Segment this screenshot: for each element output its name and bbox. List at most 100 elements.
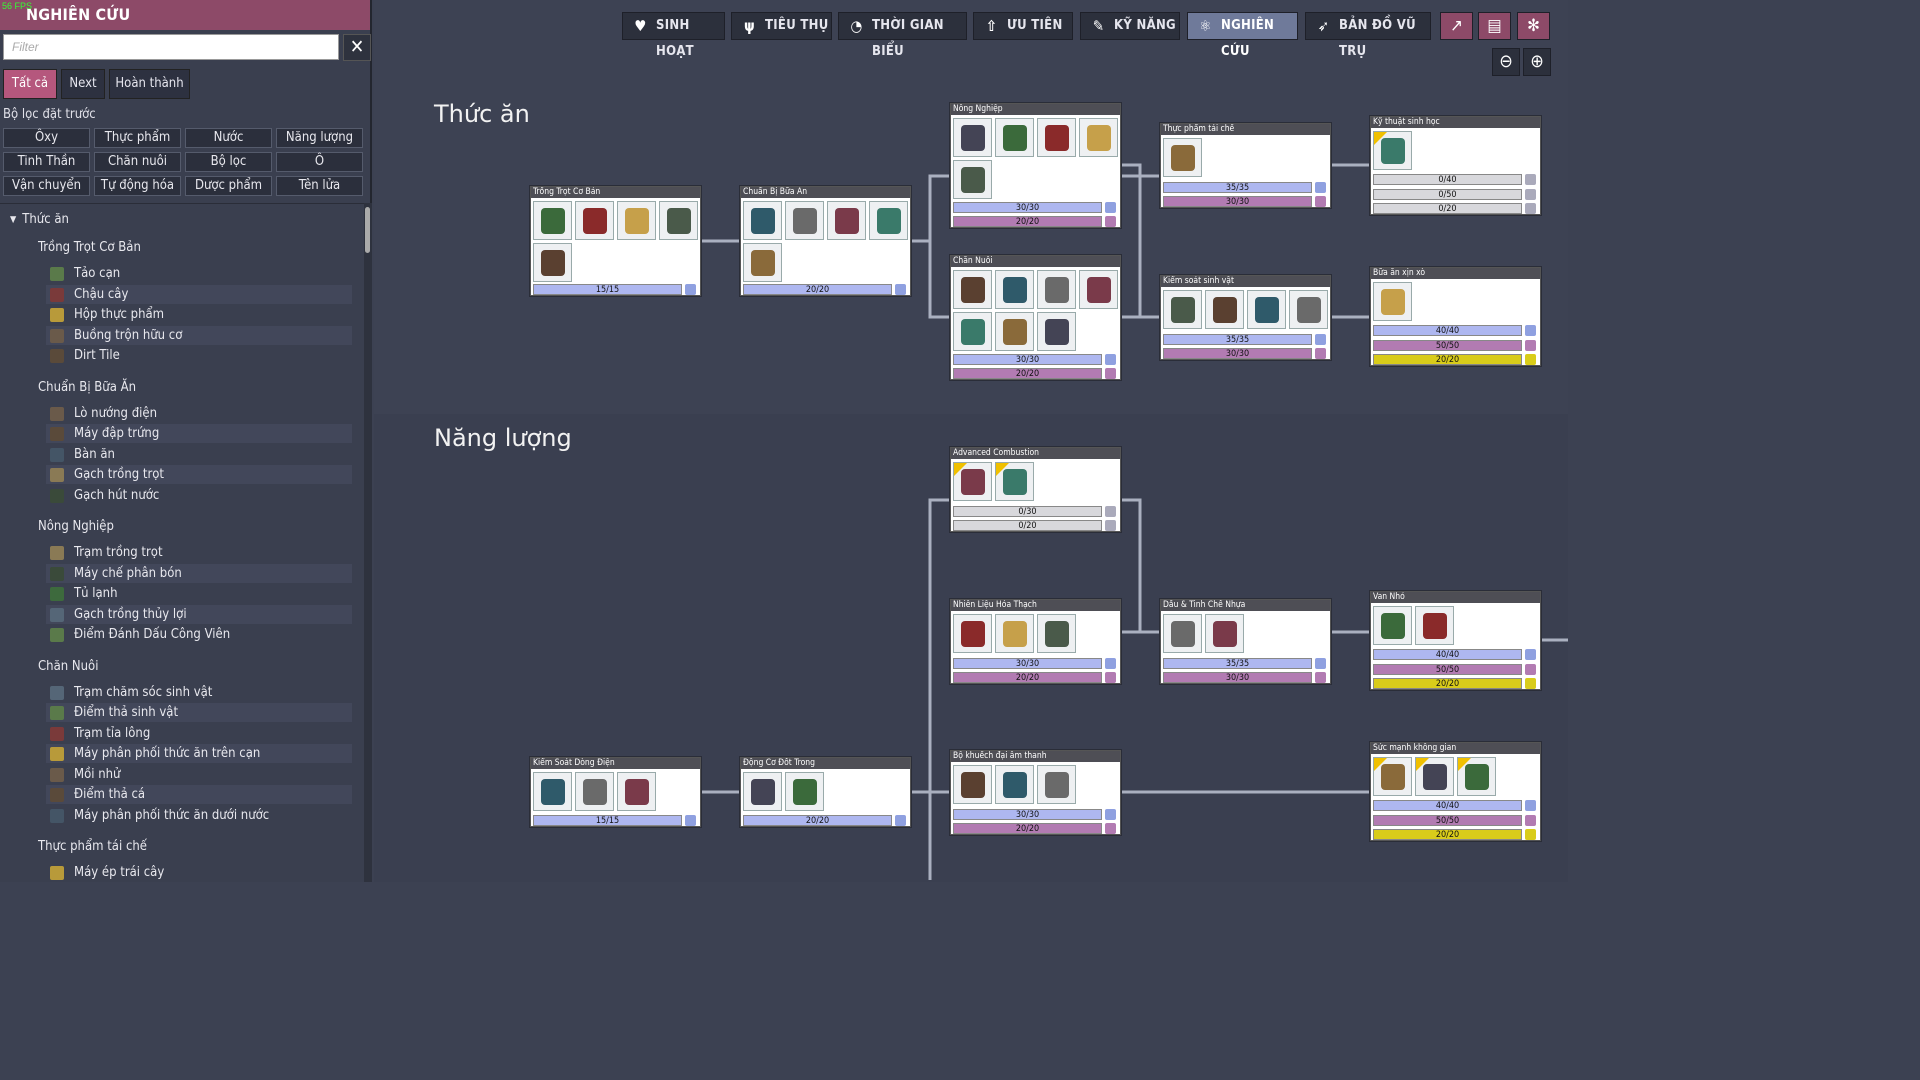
tree-item[interactable]: Tảo cạn: [46, 264, 352, 283]
tree-item[interactable]: Máy phân phối thức ăn dưới nước: [46, 806, 352, 825]
preset-filter-button[interactable]: Nước: [185, 128, 272, 148]
preset-filter-button[interactable]: Thực phẩm: [94, 128, 181, 148]
unlock-building-icon[interactable]: [953, 118, 992, 157]
toolbar-button[interactable]: ✎ KỸ NĂNG: [1080, 12, 1180, 40]
tab-next[interactable]: Next: [61, 69, 105, 99]
tech-card[interactable]: Bộ khuếch đại âm thanh 30/30 20/20: [950, 750, 1121, 835]
clear-filter-button[interactable]: ✕: [343, 34, 371, 61]
tech-card[interactable]: Advanced Combustion 0/30 0/20: [950, 447, 1121, 532]
tree-item[interactable]: Mồi nhử: [46, 765, 352, 784]
tree-item[interactable]: Trạm trồng trọt: [46, 543, 352, 562]
sidebar-scrollbar[interactable]: [364, 203, 372, 882]
unlock-building-icon[interactable]: [1373, 282, 1412, 321]
tree-item[interactable]: Máy phân phối thức ăn trên cạn: [46, 744, 352, 763]
unlock-building-icon[interactable]: [1037, 312, 1076, 351]
unlock-building-icon[interactable]: [953, 614, 992, 653]
zoom-out-button[interactable]: ⊖: [1492, 48, 1520, 76]
unlock-building-icon[interactable]: [1415, 606, 1454, 645]
unlock-building-icon[interactable]: [995, 462, 1034, 501]
unlock-building-icon[interactable]: [785, 201, 824, 240]
toolbar-button[interactable]: ⇧ ƯU TIÊN: [973, 12, 1073, 40]
tech-card[interactable]: Bữa ăn xịn xò 40/40 50/50 20/20: [1370, 267, 1541, 366]
unlock-building-icon[interactable]: [1163, 138, 1202, 177]
preset-filter-button[interactable]: Ô: [276, 152, 363, 172]
unlock-building-icon[interactable]: [1373, 131, 1412, 170]
tech-card[interactable]: Kỹ thuật sinh học 0/40 0/50 0/20: [1370, 116, 1541, 215]
tree-item[interactable]: Điểm thả cá: [46, 785, 352, 804]
tree-group-header[interactable]: Chăn Nuôi: [38, 659, 98, 674]
tab-all[interactable]: Tất cả: [3, 69, 57, 99]
unlock-building-icon[interactable]: [1205, 614, 1244, 653]
tree-item[interactable]: Chậu cây: [46, 284, 352, 304]
tree-item[interactable]: Gạch hút nước: [46, 486, 352, 505]
tree-group-header[interactable]: Trồng Trọt Cơ Bản: [38, 240, 141, 255]
unlock-building-icon[interactable]: [953, 765, 992, 804]
tree-item[interactable]: Buồng trộn hữu cơ: [46, 325, 352, 345]
preset-filter-button[interactable]: Bộ lọc: [185, 152, 272, 172]
scrollbar-thumb[interactable]: [365, 207, 370, 253]
unlock-building-icon[interactable]: [953, 270, 992, 309]
unlock-building-icon[interactable]: [743, 243, 782, 282]
toolbar-button[interactable]: ⚛ NGHIÊN CỨU: [1187, 12, 1298, 59]
unlock-building-icon[interactable]: [995, 118, 1034, 157]
unlock-building-icon[interactable]: [617, 201, 656, 240]
unlock-building-icon[interactable]: [1247, 290, 1286, 329]
tech-card[interactable]: Van Nhỏ 40/40 50/50 20/20: [1370, 591, 1541, 690]
zoom-in-button[interactable]: ⊕: [1523, 48, 1551, 76]
tree-item[interactable]: Điểm thả sinh vật: [46, 703, 352, 722]
unlock-building-icon[interactable]: [953, 312, 992, 351]
toolbar-button[interactable]: ψ TIÊU THỤ: [731, 12, 832, 40]
unlock-building-icon[interactable]: [1037, 614, 1076, 653]
unlock-building-icon[interactable]: [995, 312, 1034, 351]
tree-group-header[interactable]: Chuẩn Bị Bữa Ăn: [38, 380, 136, 395]
tree-item[interactable]: Lò nướng điện: [46, 404, 352, 423]
toolbar-button[interactable]: ➶ BẢN ĐỒ VŨ TRỤ: [1305, 12, 1431, 59]
unlock-building-icon[interactable]: [1205, 290, 1244, 329]
tree-group-header[interactable]: Thực phẩm tái chế: [38, 839, 147, 854]
unlock-building-icon[interactable]: [1037, 118, 1076, 157]
tree-item[interactable]: Máy chế phân bón: [46, 563, 352, 583]
tech-card[interactable]: Kiểm Soát Dòng Điện 15/15: [530, 757, 701, 827]
tree-item[interactable]: Trạm chăm sóc sinh vật: [46, 683, 352, 702]
unlock-building-icon[interactable]: [785, 772, 824, 811]
unlock-building-icon[interactable]: [743, 201, 782, 240]
tree-category-food[interactable]: ▼ Thức ăn: [10, 212, 69, 227]
preset-filter-button[interactable]: Dược phẩm: [185, 176, 272, 196]
preset-filter-button[interactable]: Năng lượng: [276, 128, 363, 148]
unlock-building-icon[interactable]: [995, 765, 1034, 804]
unlock-building-icon[interactable]: [659, 201, 698, 240]
research-tree-canvas[interactable]: Thức ăn Năng lượng Trồng Trọt Cơ Bản 15/1…: [374, 0, 1568, 882]
tree-item[interactable]: Máy đập trứng: [46, 424, 352, 443]
unlock-building-icon[interactable]: [1163, 614, 1202, 653]
tree-item[interactable]: Máy ép trái cây: [46, 863, 352, 882]
preset-filter-button[interactable]: Tinh Thần: [3, 152, 90, 172]
tech-card[interactable]: Chăn Nuôi 30/30 20/20: [950, 255, 1121, 380]
toolbar-button[interactable]: ◔ THỜI GIAN BIỂU: [838, 12, 967, 59]
unlock-building-icon[interactable]: [995, 270, 1034, 309]
preset-filter-button[interactable]: Ôxy: [3, 128, 90, 148]
tree-item[interactable]: Bàn ăn: [46, 445, 352, 464]
unlock-building-icon[interactable]: [533, 772, 572, 811]
unlock-building-icon[interactable]: [869, 201, 908, 240]
tech-card[interactable]: Nông Nghiệp 30/30 20/20: [950, 103, 1121, 228]
tree-item[interactable]: Gạch trồng trọt: [46, 465, 352, 484]
chart-button[interactable]: ↗: [1440, 12, 1473, 40]
book-button[interactable]: ▤: [1478, 12, 1511, 40]
unlock-building-icon[interactable]: [1037, 270, 1076, 309]
unlock-building-icon[interactable]: [1079, 270, 1118, 309]
gear-button[interactable]: ✻: [1517, 12, 1550, 40]
preset-filter-button[interactable]: Tên lửa: [276, 176, 363, 196]
tech-card[interactable]: Trồng Trọt Cơ Bản 15/15: [530, 186, 701, 296]
tech-card[interactable]: Dầu & Tinh Chế Nhựa 35/35 30/30: [1160, 599, 1331, 684]
unlock-building-icon[interactable]: [617, 772, 656, 811]
unlock-building-icon[interactable]: [533, 201, 572, 240]
tree-group-header[interactable]: Nông Nghiệp: [38, 519, 114, 534]
tech-card[interactable]: Chuẩn Bị Bữa Ăn 20/20: [740, 186, 911, 296]
tech-card[interactable]: Kiểm soát sinh vật 35/35 30/30: [1160, 275, 1331, 360]
unlock-building-icon[interactable]: [995, 614, 1034, 653]
unlock-building-icon[interactable]: [575, 772, 614, 811]
unlock-building-icon[interactable]: [1373, 757, 1412, 796]
tech-card[interactable]: Động Cơ Đốt Trong 20/20: [740, 757, 911, 827]
preset-filter-button[interactable]: Tự động hóa: [94, 176, 181, 196]
tech-card[interactable]: Nhiên Liệu Hóa Thạch 30/30 20/20: [950, 599, 1121, 684]
